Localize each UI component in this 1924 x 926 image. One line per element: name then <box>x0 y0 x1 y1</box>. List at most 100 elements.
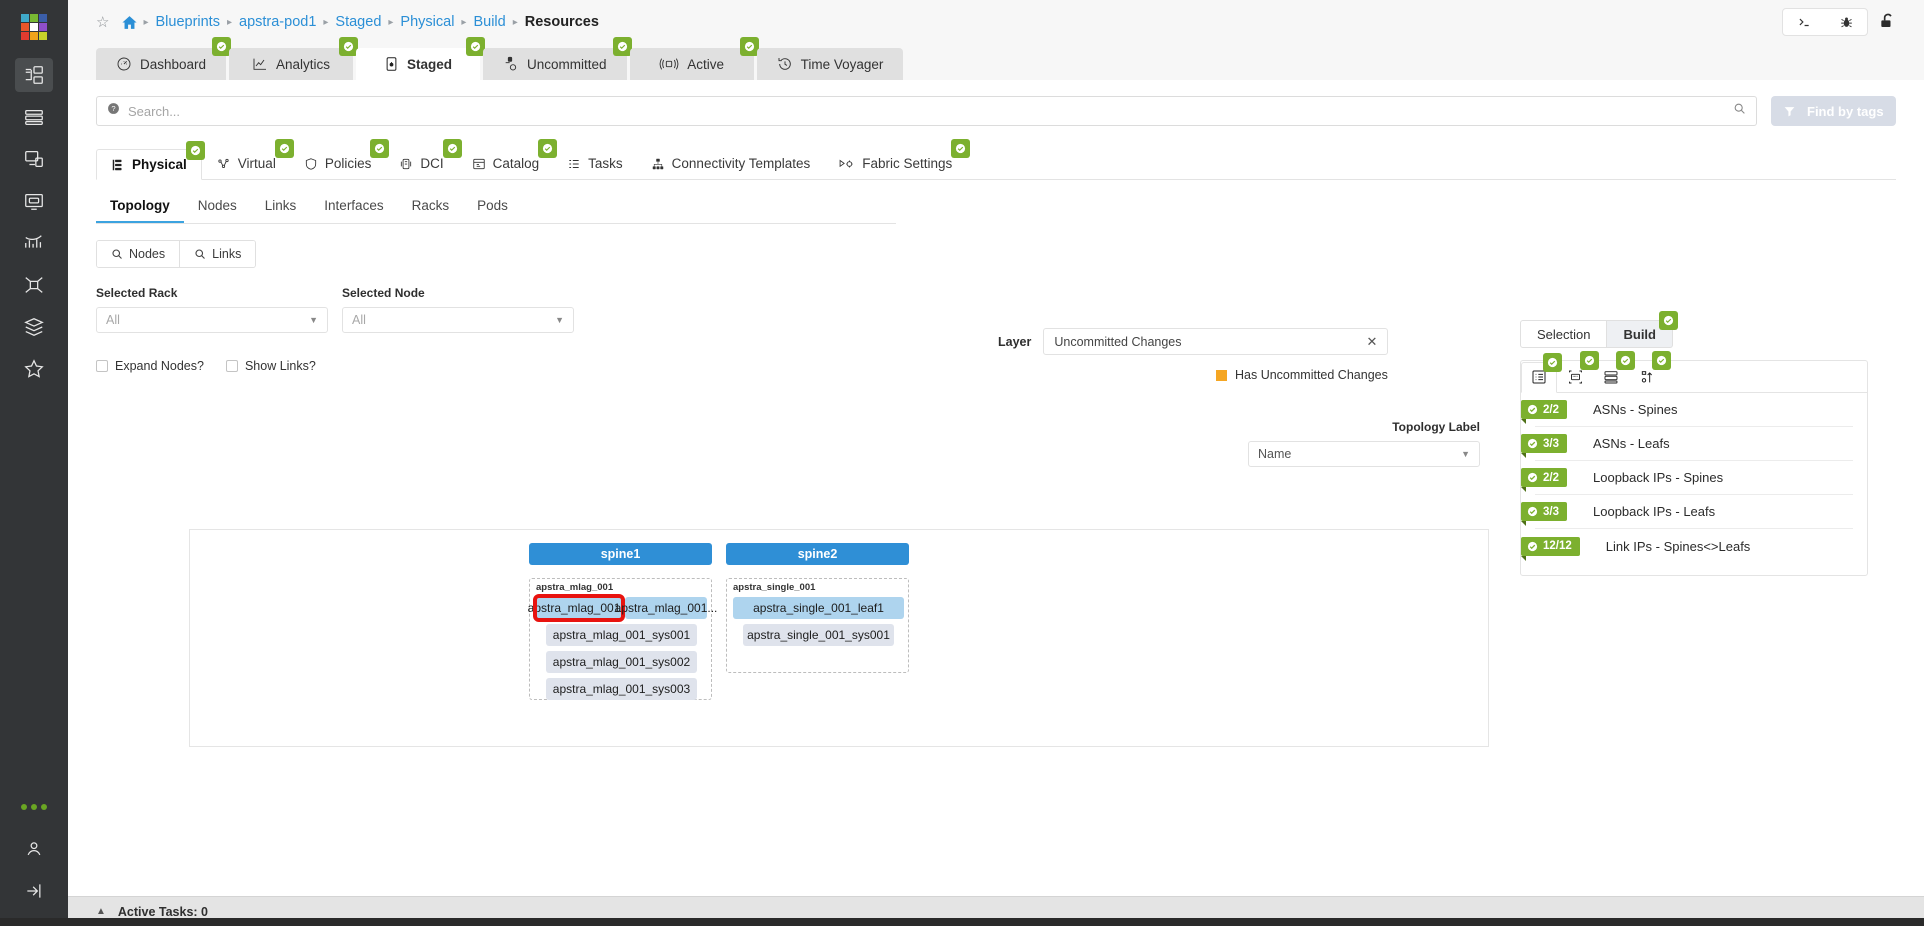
selected-node-label: Selected Node <box>342 286 574 300</box>
tab-label: Uncommitted <box>527 57 607 72</box>
status-badge <box>951 139 970 158</box>
spine-node-spine1[interactable]: spine1 <box>529 543 712 565</box>
system-node-apstra-mlag-001-sys001[interactable]: apstra_mlag_001_sys001 <box>546 624 697 646</box>
resource-label: Link IPs - Spines<>Leafs <box>1606 539 1751 554</box>
sidebar-item-resources[interactable] <box>15 142 53 176</box>
build-tab-resources[interactable] <box>1521 362 1557 393</box>
rail-bottom-group <box>0 790 68 916</box>
table-row[interactable]: 2/2 ASNs - Spines <box>1535 393 1853 427</box>
analytics-icon <box>252 56 268 72</box>
build-tab-racks[interactable] <box>1593 361 1629 392</box>
sidebar-item-platform[interactable] <box>15 310 53 344</box>
bug-icon[interactable] <box>1825 9 1867 35</box>
segment-build[interactable]: Build <box>1607 320 1673 348</box>
sub-tab-virtual[interactable]: Virtual <box>202 148 290 179</box>
inner-tab-nodes[interactable]: Nodes <box>184 194 251 223</box>
sidebar-item-analytics[interactable] <box>15 226 53 260</box>
inner-tab-topology[interactable]: Topology <box>96 194 184 223</box>
home-icon[interactable] <box>121 14 138 31</box>
find-by-tags-button[interactable]: Find by tags <box>1771 96 1896 126</box>
sub-tab-tasks[interactable]: Tasks <box>553 148 637 179</box>
table-row[interactable]: 12/12 Link IPs - Spines<>Leafs <box>1535 529 1853 563</box>
rack-apstra-single-001[interactable]: apstra_single_001 apstra_single_001_leaf… <box>726 578 909 673</box>
leaf-node-apstra-single-001-leaf1[interactable]: apstra_single_001_leaf1 <box>733 597 904 619</box>
sub-tab-catalog[interactable]: Catalog <box>458 148 554 179</box>
leaf-node-apstra-mlag-001-leaf2[interactable]: apstra_mlag_001... <box>625 597 707 619</box>
catalog-icon <box>472 157 486 171</box>
rack-apstra-mlag-001[interactable]: apstra_mlag_001 apstra_mlag_001... apstr… <box>529 578 712 700</box>
tab-staged[interactable]: Staged <box>356 48 480 80</box>
show-links-checkbox[interactable]: Show Links? <box>226 359 316 373</box>
sub-tab-fabric-settings[interactable]: Fabric Settings <box>824 148 966 179</box>
checkbox-box <box>226 360 238 372</box>
table-row[interactable]: 3/3 Loopback IPs - Leafs <box>1535 495 1853 529</box>
uncommitted-icon <box>503 56 519 72</box>
sub-tab-physical[interactable]: Physical <box>96 149 202 180</box>
inner-tab-pods[interactable]: Pods <box>463 194 522 223</box>
console-icon[interactable] <box>1783 9 1825 35</box>
resource-label: Loopback IPs - Spines <box>1593 470 1723 485</box>
sidebar-item-design[interactable] <box>15 184 53 218</box>
logout-icon[interactable] <box>15 874 53 908</box>
breadcrumb-item-staged[interactable]: Staged <box>329 14 387 30</box>
spine-node-spine2[interactable]: spine2 <box>726 543 909 565</box>
unlock-icon[interactable] <box>1878 12 1898 32</box>
sidebar-item-devices[interactable] <box>15 100 53 134</box>
breadcrumb-separator: ▸ <box>322 17 329 28</box>
user-icon[interactable] <box>15 832 53 866</box>
tab-uncommitted[interactable]: Uncommitted <box>483 48 627 80</box>
time-voyager-icon <box>777 56 793 72</box>
status-badge <box>1659 311 1678 330</box>
breadcrumb-item-build[interactable]: Build <box>467 14 511 30</box>
breadcrumb-item-blueprints[interactable]: Blueprints <box>149 14 225 30</box>
resource-count: 3/3 <box>1543 438 1559 450</box>
sidebar-item-blueprints[interactable] <box>15 58 53 92</box>
more-dots-icon[interactable] <box>15 790 53 824</box>
sub-tab-policies[interactable]: Policies <box>290 148 386 179</box>
build-tab-device-profiles[interactable] <box>1557 361 1593 392</box>
favorite-star-icon[interactable]: ☆ <box>96 13 109 31</box>
legend-uncommitted-changes: Has Uncommitted Changes <box>1216 368 1388 382</box>
collapse-caret-icon[interactable]: ▲ <box>96 906 106 917</box>
clear-icon[interactable]: ✕ <box>1366 334 1377 350</box>
breadcrumb-item-apstra-pod1[interactable]: apstra-pod1 <box>233 14 322 30</box>
racks-icon <box>1603 369 1619 385</box>
sidebar-item-favorites[interactable] <box>15 352 53 386</box>
tab-time-voyager[interactable]: Time Voyager <box>757 48 904 80</box>
sidebar-item-external-systems[interactable] <box>15 268 53 302</box>
system-node-apstra-single-001-sys001[interactable]: apstra_single_001_sys001 <box>743 624 894 646</box>
status-badge <box>1652 351 1671 370</box>
chevron-down-icon: ▼ <box>555 315 564 325</box>
inner-tab-links[interactable]: Links <box>251 194 311 223</box>
table-row[interactable]: 2/2 Loopback IPs - Spines <box>1535 461 1853 495</box>
search-row: ? Search... Find by tags <box>96 96 1896 126</box>
search-input[interactable]: ? Search... <box>96 96 1757 126</box>
selected-rack-select[interactable]: All ▼ <box>96 307 328 333</box>
topology-canvas[interactable]: spine1 spine2 apstra_mlag_001 apstra_mla… <box>189 529 1489 747</box>
tab-dashboard[interactable]: Dashboard <box>96 48 226 80</box>
search-links-button[interactable]: Links <box>179 241 255 267</box>
breadcrumb-separator: ▸ <box>460 17 467 28</box>
expand-nodes-checkbox[interactable]: Expand Nodes? <box>96 359 204 373</box>
inner-tab-racks[interactable]: Racks <box>398 194 464 223</box>
inner-tab-interfaces[interactable]: Interfaces <box>310 194 397 223</box>
tab-active[interactable]: Active <box>630 48 754 80</box>
resource-count: 2/2 <box>1543 472 1559 484</box>
breadcrumb-item-physical[interactable]: Physical <box>394 14 460 30</box>
sub-tab-connectivity-templates[interactable]: Connectivity Templates <box>637 148 825 179</box>
system-node-apstra-mlag-001-sys003[interactable]: apstra_mlag_001_sys003 <box>546 678 697 700</box>
sub-tab-label: Virtual <box>238 156 276 171</box>
segment-selection[interactable]: Selection <box>1520 320 1607 348</box>
layer-select[interactable]: Uncommitted Changes ✕ <box>1043 328 1388 355</box>
leaf-node-apstra-mlag-001-leaf1[interactable]: apstra_mlag_001... <box>536 597 622 619</box>
sub-tab-dci[interactable]: DCI <box>385 148 457 179</box>
tab-analytics[interactable]: Analytics <box>229 48 353 80</box>
sub-tab-label: Tasks <box>588 156 623 171</box>
table-row[interactable]: 3/3 ASNs - Leafs <box>1535 427 1853 461</box>
search-nodes-button[interactable]: Nodes <box>97 241 179 267</box>
selected-node-select[interactable]: All ▼ <box>342 307 574 333</box>
topology-label-select[interactable]: Name ▼ <box>1248 441 1480 467</box>
search-icon[interactable] <box>1733 102 1746 120</box>
system-node-apstra-mlag-001-sys002[interactable]: apstra_mlag_001_sys002 <box>546 651 697 673</box>
build-tab-links[interactable] <box>1629 361 1665 392</box>
